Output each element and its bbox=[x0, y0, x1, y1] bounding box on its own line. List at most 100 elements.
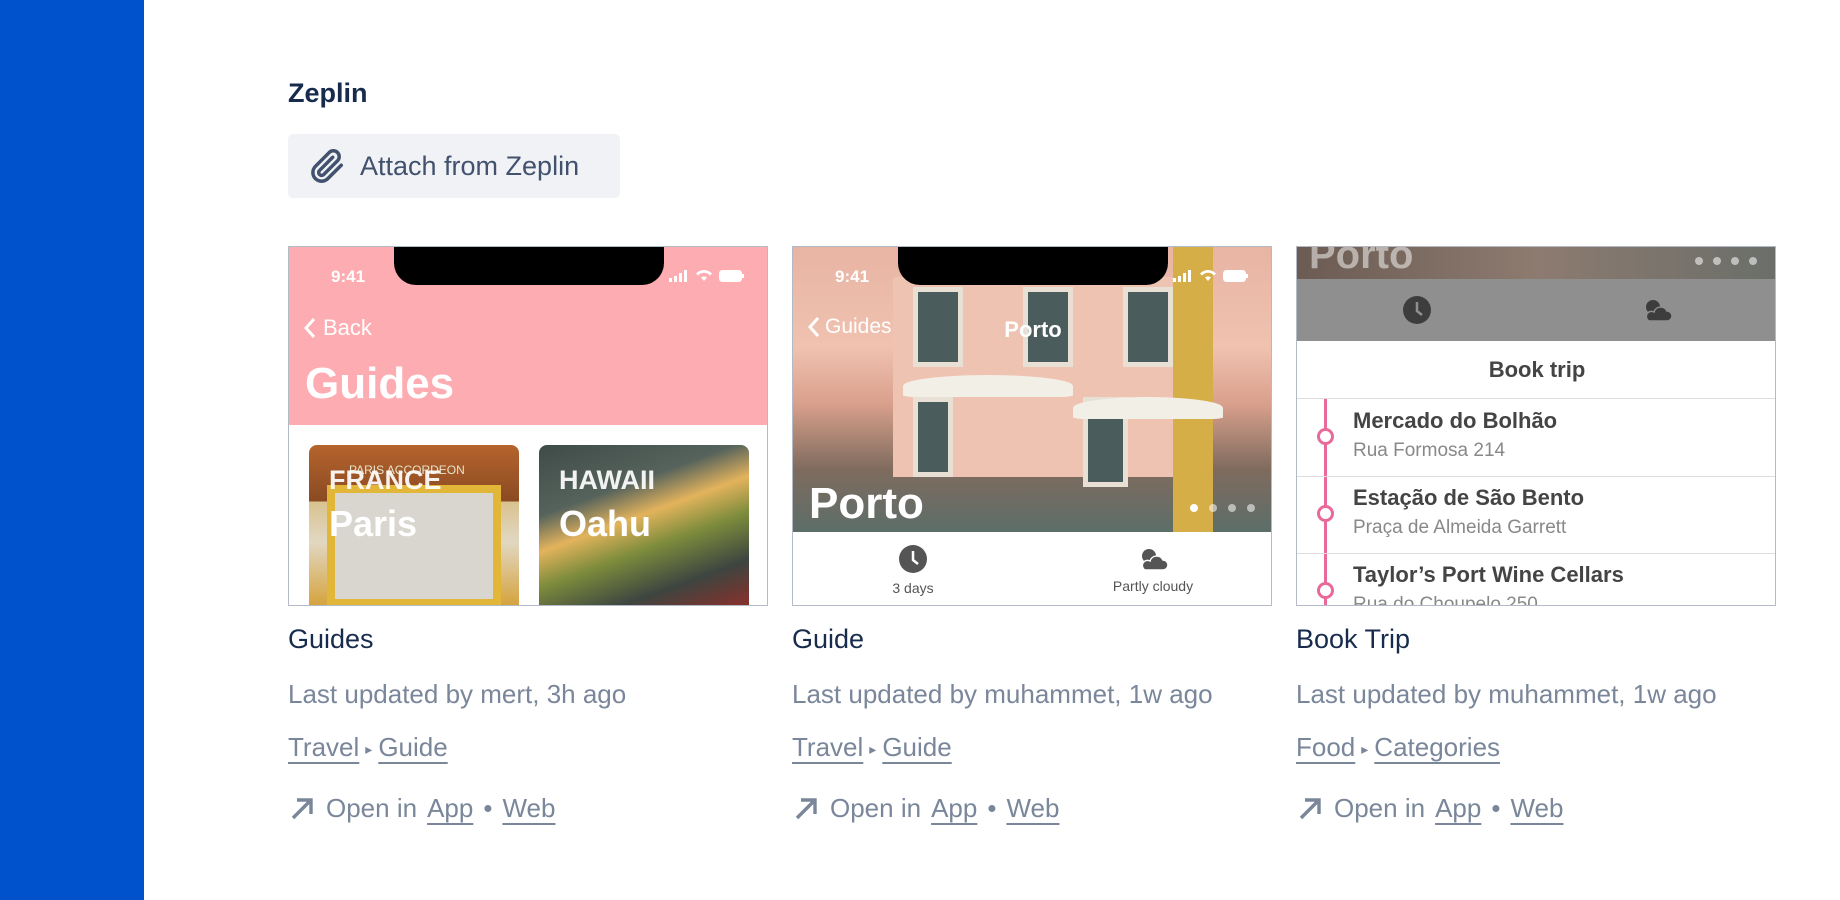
open-in-label: Open in bbox=[1334, 793, 1426, 823]
arrow-up-right-icon bbox=[792, 795, 820, 823]
card-path: Travel ▸ Guide bbox=[792, 732, 1272, 763]
nav-title: Porto bbox=[1004, 317, 1062, 342]
tile-country: HAWAII bbox=[559, 465, 656, 495]
screen-card-guides: 9:41 Back Guides PARIS ACCORDEON FRANCE … bbox=[288, 246, 768, 824]
attach-from-zeplin-button[interactable]: Attach from Zeplin bbox=[288, 134, 620, 198]
card-title[interactable]: Guide bbox=[792, 624, 1272, 655]
tile-city: Paris bbox=[329, 503, 418, 544]
back-label: Back bbox=[323, 315, 372, 340]
status-icons bbox=[669, 269, 745, 282]
weather-cell: Partly cloudy bbox=[1033, 532, 1271, 605]
chevron-left-icon bbox=[303, 318, 316, 338]
umbrella bbox=[1073, 397, 1223, 419]
info-bar bbox=[1297, 279, 1775, 341]
tile-city: Oahu bbox=[559, 503, 652, 544]
open-in-row: Open in App • Web bbox=[288, 793, 768, 824]
section-title: Zeplin bbox=[288, 78, 368, 108]
book-trip-header: Book trip bbox=[1297, 341, 1775, 399]
trip-stop: Taylor’s Port Wine Cellars Rua do Choupe… bbox=[1297, 554, 1775, 606]
open-in-web-link[interactable]: Web bbox=[1006, 793, 1059, 824]
open-separator: • bbox=[483, 793, 493, 823]
partly-cloudy-icon bbox=[1645, 300, 1673, 322]
stop-name: Mercado do Bolhão bbox=[1353, 408, 1558, 433]
screen-cards: 9:41 Back Guides PARIS ACCORDEON FRANCE … bbox=[288, 246, 1840, 846]
screen-card-book-trip: Porto Book trip Mercado do Bolhão Rua Fo… bbox=[1296, 246, 1776, 824]
umbrella bbox=[903, 375, 1073, 397]
open-in-app-link[interactable]: App bbox=[1435, 793, 1481, 824]
wifi-icon bbox=[1200, 270, 1216, 281]
paperclip-icon bbox=[308, 147, 346, 185]
partly-cloudy-icon bbox=[1141, 548, 1169, 571]
signal-icon bbox=[669, 269, 687, 282]
page-indicator bbox=[1695, 257, 1757, 265]
card-last-updated: Last updated by mert, 3h ago bbox=[288, 679, 627, 709]
stop-name: Taylor’s Port Wine Cellars bbox=[1353, 562, 1624, 587]
timeline-dot bbox=[1317, 582, 1334, 599]
screen-thumbnail[interactable]: Porto Book trip Mercado do Bolhão Rua Fo… bbox=[1296, 246, 1776, 606]
battery-icon bbox=[1223, 269, 1248, 282]
path-separator: ▸ bbox=[869, 740, 877, 757]
path-link-section[interactable]: Food bbox=[1296, 732, 1355, 762]
screen-heading: Porto bbox=[809, 479, 924, 528]
screen-thumbnail[interactable]: 9:41 Guides Porto Porto 3 days Partly cl… bbox=[792, 246, 1272, 606]
page-indicator bbox=[1190, 504, 1255, 512]
open-in-web-link[interactable]: Web bbox=[502, 793, 555, 824]
guide-tile-paris: PARIS ACCORDEON FRANCE Paris bbox=[309, 445, 519, 605]
clock-icon bbox=[899, 544, 927, 573]
open-separator: • bbox=[1491, 793, 1501, 823]
open-in-row: Open in App • Web bbox=[792, 793, 1272, 824]
timeline-dot bbox=[1317, 505, 1334, 522]
open-in-label: Open in bbox=[326, 793, 418, 823]
duration-cell: 3 days bbox=[793, 532, 1033, 605]
porto-photo-strip: Porto bbox=[1297, 246, 1775, 279]
card-path: Travel ▸ Guide bbox=[288, 732, 768, 763]
weather-text: Partly cloudy bbox=[1112, 577, 1194, 594]
screen-card-guide: 9:41 Guides Porto Porto 3 days Partly cl… bbox=[792, 246, 1272, 824]
path-separator: ▸ bbox=[365, 740, 373, 757]
main-content: Zeplin Attach from Zeplin 9:41 Back Guid… bbox=[288, 0, 1840, 900]
path-link-section[interactable]: Travel bbox=[288, 732, 359, 762]
battery-icon bbox=[719, 269, 744, 282]
path-separator: ▸ bbox=[1361, 740, 1369, 757]
stop-address: Praça de Almeida Garrett bbox=[1353, 517, 1567, 538]
phone-notch bbox=[898, 247, 1168, 285]
path-link-subsection[interactable]: Guide bbox=[882, 732, 951, 762]
card-path: Food ▸ Categories bbox=[1296, 732, 1776, 763]
card-title[interactable]: Book Trip bbox=[1296, 624, 1776, 655]
path-link-subsection[interactable]: Categories bbox=[1374, 732, 1500, 762]
screen-heading: Porto bbox=[1309, 246, 1414, 277]
screen-thumbnail[interactable]: 9:41 Back Guides PARIS ACCORDEON FRANCE … bbox=[288, 246, 768, 606]
attach-button-label: Attach from Zeplin bbox=[360, 150, 580, 181]
open-in-label: Open in bbox=[830, 793, 922, 823]
trip-stop: Estação de São Bento Praça de Almeida Ga… bbox=[1297, 477, 1775, 554]
stop-address: Rua do Choupelo 250 bbox=[1353, 594, 1538, 606]
back-button: Back bbox=[303, 315, 372, 341]
tile-country: FRANCE bbox=[329, 465, 442, 495]
open-in-row: Open in App • Web bbox=[1296, 793, 1776, 824]
open-in-web-link[interactable]: Web bbox=[1510, 793, 1563, 824]
signal-icon bbox=[1173, 269, 1191, 282]
timeline-dot bbox=[1317, 428, 1334, 445]
open-in-app-link[interactable]: App bbox=[931, 793, 977, 824]
open-in-app-link[interactable]: App bbox=[427, 793, 473, 824]
stop-name: Estação de São Bento bbox=[1353, 485, 1585, 510]
path-link-section[interactable]: Travel bbox=[792, 732, 863, 762]
phone-notch bbox=[394, 247, 664, 285]
card-last-updated: Last updated by muhammet, 1w ago bbox=[792, 679, 1213, 709]
guide-tile-oahu: HAWAII Oahu bbox=[539, 445, 749, 605]
open-separator: • bbox=[987, 793, 997, 823]
card-last-updated: Last updated by muhammet, 1w ago bbox=[1296, 679, 1717, 709]
yellow-wall bbox=[1173, 247, 1213, 532]
wifi-icon bbox=[696, 270, 712, 281]
path-link-subsection[interactable]: Guide bbox=[378, 732, 447, 762]
card-title[interactable]: Guides bbox=[288, 624, 768, 655]
duration-text: 3 days bbox=[892, 579, 934, 596]
status-icons bbox=[1173, 269, 1249, 282]
screen-heading: Guides bbox=[305, 359, 455, 408]
status-time: 9:41 bbox=[331, 267, 366, 286]
info-row: 3 days Partly cloudy bbox=[793, 532, 1271, 605]
trip-stop: Mercado do Bolhão Rua Formosa 214 bbox=[1297, 400, 1775, 477]
stop-address: Rua Formosa 214 bbox=[1353, 440, 1506, 461]
status-time: 9:41 bbox=[835, 267, 870, 286]
clock-icon bbox=[1403, 296, 1431, 324]
